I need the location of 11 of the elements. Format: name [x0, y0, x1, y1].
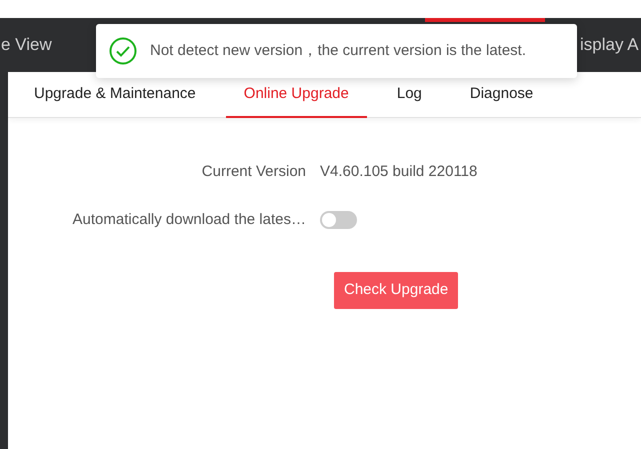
nav-item[interactable]: e View — [1, 18, 71, 72]
version-value: V4.60.105 build 220118 — [320, 162, 478, 182]
tab[interactable]: Log — [378, 72, 440, 118]
tab[interactable]: Diagnose — [452, 72, 552, 118]
nav-item[interactable]: isplay A — [580, 18, 641, 72]
toggle-switch[interactable] — [320, 211, 357, 229]
check-circle-icon — [109, 37, 137, 65]
field-label: Current Version — [200, 162, 307, 182]
toast-message: Not detect new version，the current version is the latest. — [150, 40, 526, 61]
field-label: Automatically download the lates… — [72, 210, 307, 230]
tab[interactable]: Upgrade & Maintenance — [16, 72, 214, 118]
